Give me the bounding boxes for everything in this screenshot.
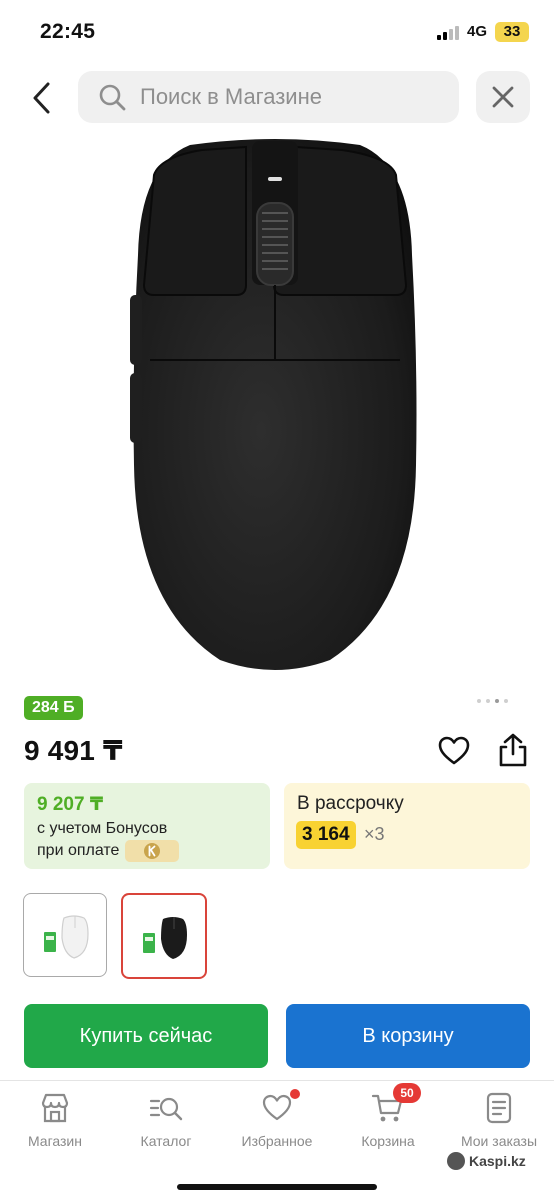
tab-label: Избранное [241, 1133, 313, 1149]
chevron-left-icon [33, 82, 50, 114]
favorite-button[interactable] [437, 734, 471, 768]
share-icon [499, 733, 527, 767]
bottom-tab-bar: Магазин Каталог Избранное 50 Корзина Мои… [0, 1080, 554, 1201]
battery-indicator: 33 [495, 22, 529, 42]
tab-label: Магазин [27, 1133, 82, 1149]
search-placeholder: Поиск в Магазине [140, 84, 322, 109]
bonus-badge: 284 Б [24, 696, 83, 720]
favorites-dot [290, 1089, 300, 1099]
tab-label: Мои заказы [460, 1133, 538, 1149]
bonus-price-card[interactable]: 9 207 ₸ с учетом Бонусов при оплате [24, 783, 270, 869]
watermark-text: Kaspi.kz [469, 1153, 526, 1169]
tab-label: Корзина [361, 1133, 415, 1149]
signal-icon [437, 26, 463, 40]
network-type: 4G [467, 23, 488, 40]
share-button[interactable] [496, 732, 530, 768]
variant-black[interactable] [121, 893, 207, 979]
orders-icon [486, 1092, 512, 1124]
installment-multiplier: ×3 [364, 824, 385, 844]
search-input[interactable]: Поиск в Магазине [78, 71, 459, 123]
kaspi-gold-chip [125, 840, 179, 862]
status-bar: 22:45 4G 33 [0, 0, 554, 66]
status-time: 22:45 [40, 20, 96, 43]
heart-icon [438, 736, 470, 765]
back-button[interactable] [24, 76, 60, 120]
installment-label: В рассрочку [297, 793, 404, 814]
variant-black-thumbnail [143, 917, 187, 959]
variant-white[interactable] [23, 893, 107, 977]
search-icon [99, 84, 126, 111]
kaspi-logo-icon [447, 1152, 465, 1170]
heart-icon [262, 1094, 292, 1121]
watermark: Kaspi.kz [447, 1152, 526, 1170]
add-to-cart-button[interactable]: В корзину [286, 1004, 530, 1068]
installment-amount: 3 164 [296, 821, 356, 849]
cart-badge: 50 [393, 1083, 421, 1103]
tab-catalog[interactable]: Каталог [111, 1091, 221, 1149]
product-image[interactable] [120, 135, 430, 675]
close-button[interactable] [476, 71, 530, 123]
catalog-search-icon [149, 1097, 183, 1121]
product-price: 9 491 ₸ [24, 735, 123, 766]
close-icon [492, 86, 514, 108]
tab-orders[interactable]: Мои заказы [444, 1091, 554, 1149]
tab-cart[interactable]: 50 Корзина [333, 1083, 443, 1149]
image-pagination [477, 699, 508, 703]
tab-store[interactable]: Магазин [0, 1091, 110, 1149]
buy-now-button[interactable]: Купить сейчас [24, 1004, 268, 1068]
tab-label: Каталог [140, 1133, 192, 1149]
variant-white-thumbnail [44, 915, 89, 959]
tab-favorites[interactable]: Избранное [222, 1089, 332, 1149]
kaspi-logo-icon [144, 843, 160, 859]
bonus-price: 9 207 ₸ [37, 794, 104, 815]
bonus-note: с учетом Бонусов [37, 820, 168, 837]
installment-card[interactable]: В рассрочку 3 164 ×3 [284, 783, 530, 869]
bonus-payment-note: при оплате [37, 842, 120, 859]
store-icon [41, 1093, 69, 1123]
home-indicator [177, 1184, 377, 1190]
